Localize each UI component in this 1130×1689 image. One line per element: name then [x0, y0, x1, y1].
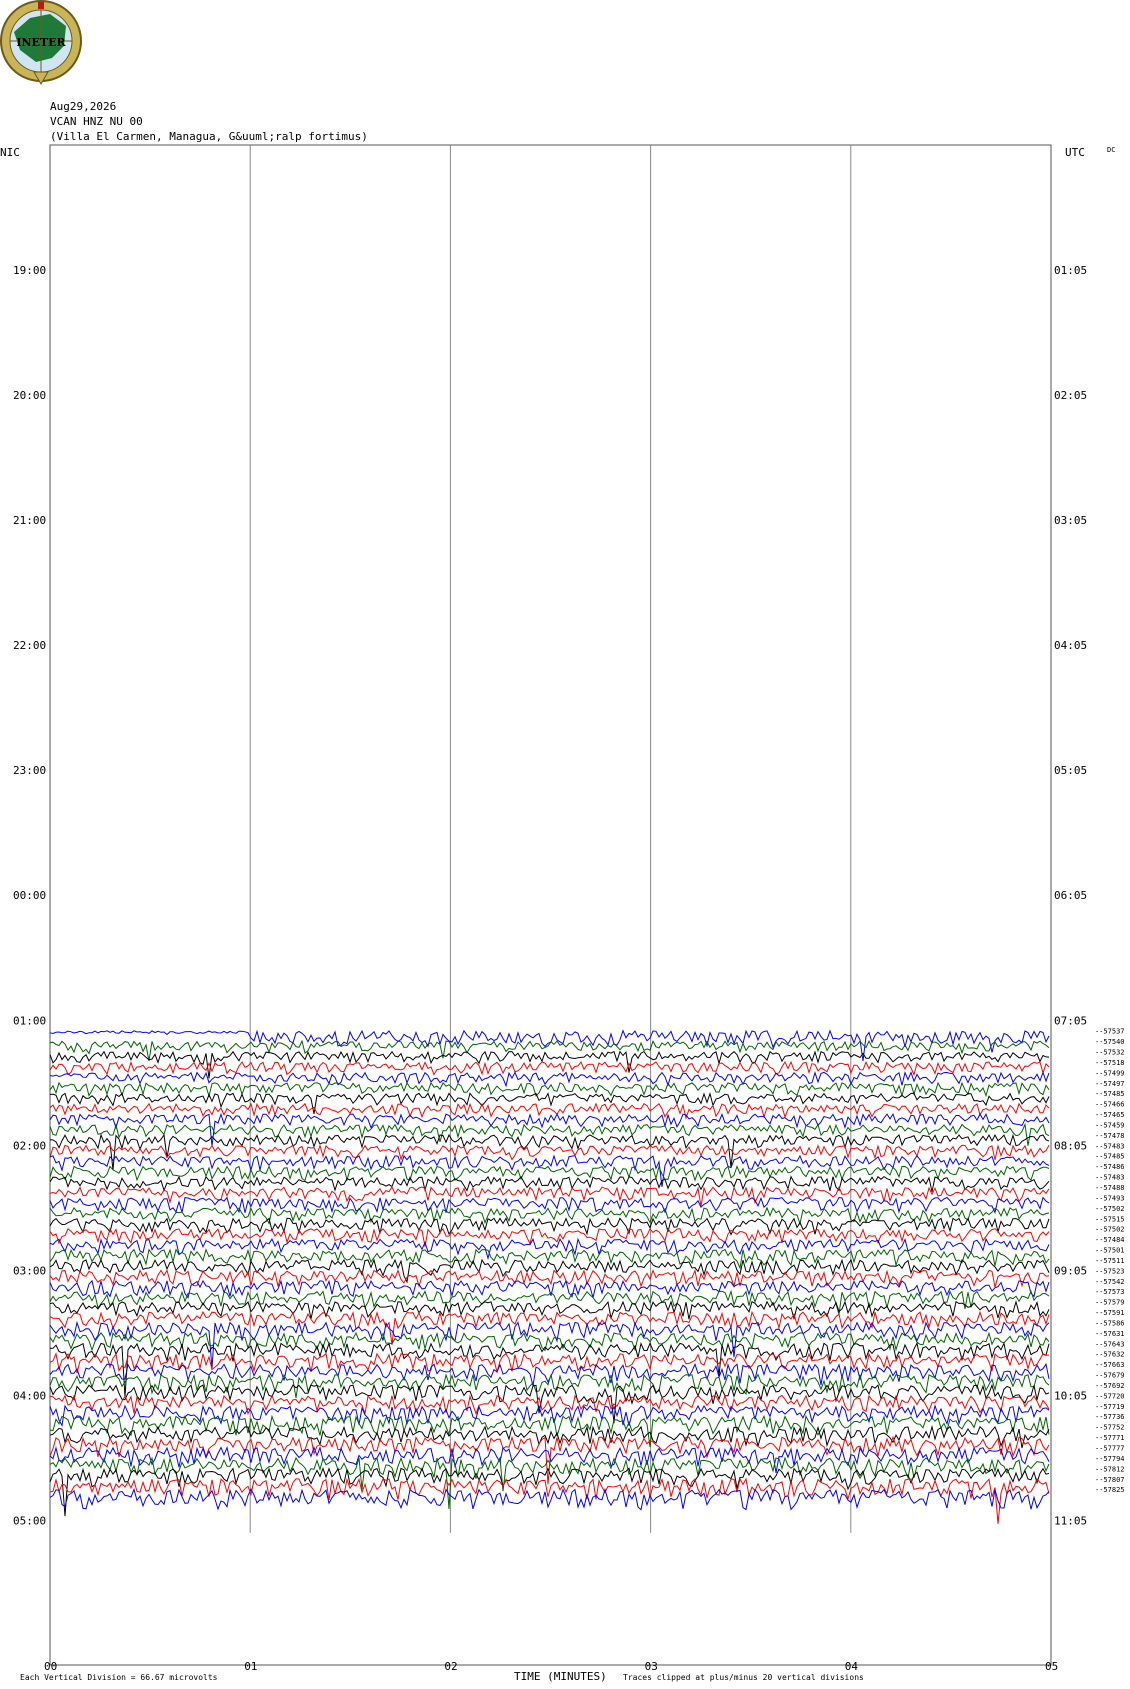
dc-offset-label: --57497	[1095, 1080, 1125, 1088]
dc-offset-label: --57478	[1095, 1132, 1125, 1140]
right-time-tick: 03:05	[1054, 514, 1087, 527]
dc-offset-label: --57537	[1095, 1028, 1125, 1036]
seismic-trace	[49, 1071, 1050, 1088]
left-time-tick: 19:00	[13, 264, 46, 277]
dc-offset-label: --57591	[1095, 1309, 1125, 1317]
helicorder-chart: 00 01 02 03 04 05 19:00 01:05 20:00 02:05 21:00 03:…	[0, 144, 1125, 1683]
dc-offset-label: --57523	[1095, 1267, 1125, 1275]
dc-offset-label: --57499	[1095, 1069, 1125, 1077]
left-time-tick: 00:00	[13, 889, 46, 902]
dc-offset-label: --57540	[1095, 1038, 1125, 1046]
x-tick-label: 05	[1045, 1660, 1058, 1673]
right-time-tick: 06:05	[1054, 889, 1087, 902]
dc-offset-label: --57501	[1095, 1247, 1125, 1255]
dc-offset-label: --57485	[1095, 1153, 1125, 1161]
dc-offset-label: --57466	[1095, 1101, 1125, 1109]
dc-offset-label: --57484	[1095, 1236, 1125, 1244]
dc-offset-label: --57515	[1095, 1215, 1125, 1223]
scale-note: Each Vertical Division = 66.67 microvolt…	[20, 1673, 218, 1682]
x-tick-label: 00	[44, 1660, 57, 1673]
dc-offset-label: --57777	[1095, 1445, 1125, 1453]
left-time-tick: 03:00	[13, 1264, 46, 1277]
dc-offset-label: --57736	[1095, 1413, 1125, 1421]
left-axis-label: NIC	[0, 146, 20, 159]
dc-offset-label: --57488	[1095, 1184, 1125, 1192]
dc-offset-label: --57794	[1095, 1455, 1125, 1463]
dc-offset-label: --57483	[1095, 1174, 1125, 1182]
dc-offset-label: --57483	[1095, 1142, 1125, 1150]
right-time-tick: 09:05	[1054, 1264, 1087, 1277]
right-time-tick: 01:05	[1054, 264, 1087, 277]
dc-offset-label: --57459	[1095, 1121, 1125, 1129]
right-time-tick: 08:05	[1054, 1139, 1087, 1152]
seismic-trace	[49, 1351, 1049, 1374]
dc-offset-label: --57752	[1095, 1424, 1125, 1432]
right-time-tick: 02:05	[1054, 389, 1087, 402]
left-time-tick: 05:00	[13, 1514, 46, 1527]
left-time-tick: 04:00	[13, 1389, 46, 1402]
dc-offset-label: --57631	[1095, 1330, 1125, 1338]
left-time-tick: 21:00	[13, 514, 46, 527]
left-time-tick: 02:00	[13, 1139, 46, 1152]
dc-offset-label: --57485	[1095, 1090, 1125, 1098]
x-tick-label: 03	[645, 1660, 658, 1673]
dc-offset-label: --57486	[1095, 1163, 1125, 1171]
dc-offset-label: --57532	[1095, 1049, 1125, 1057]
left-time-tick: 23:00	[13, 764, 46, 777]
clip-note: Traces clipped at plus/minus 20 vertical…	[623, 1673, 864, 1682]
seismic-trace	[49, 1289, 1050, 1315]
dc-offset-label: --57632	[1095, 1351, 1125, 1359]
left-time-tick: 22:00	[13, 639, 46, 652]
dc-offset-label: --57720	[1095, 1392, 1125, 1400]
dc-offset-label: --57771	[1095, 1434, 1125, 1442]
dc-offset-label: --57573	[1095, 1288, 1125, 1296]
dc-label: DC	[1107, 146, 1115, 154]
grid-lines	[249, 145, 852, 1533]
dc-offset-label: --57518	[1095, 1059, 1125, 1067]
dc-offset-label: --57586	[1095, 1319, 1125, 1327]
dc-offset-label: --57465	[1095, 1111, 1125, 1119]
seismic-trace	[49, 1268, 1050, 1289]
right-time-tick: 07:05	[1054, 1014, 1087, 1027]
seismic-trace	[49, 1185, 1050, 1207]
dc-offset-label: --57692	[1095, 1382, 1125, 1390]
x-tick-label: 02	[444, 1660, 457, 1673]
dc-offset-label: --57542	[1095, 1278, 1125, 1286]
right-time-tick: 10:05	[1054, 1389, 1087, 1402]
seismic-trace	[49, 1424, 1050, 1449]
seismic-trace	[49, 1299, 1050, 1321]
dc-offset-label: --57511	[1095, 1257, 1125, 1265]
dc-offset-label: --57825	[1095, 1486, 1125, 1494]
left-time-tick: 20:00	[13, 389, 46, 402]
x-axis-title: TIME (MINUTES)	[514, 1670, 607, 1683]
right-time-tick: 11:05	[1054, 1514, 1087, 1527]
seismic-trace	[49, 1164, 1050, 1182]
dc-offset-label: --57643	[1095, 1340, 1125, 1348]
dc-offset-label: --57812	[1095, 1465, 1125, 1473]
dc-offset-label: --57663	[1095, 1361, 1125, 1369]
dc-offset-label: --57679	[1095, 1372, 1125, 1380]
left-time-tick: 01:00	[13, 1014, 46, 1027]
seismic-trace	[50, 1341, 1050, 1398]
seismic-traces	[49, 1029, 1050, 1524]
right-axis-label: UTC	[1065, 146, 1085, 159]
seismic-trace	[49, 1373, 1050, 1398]
seismic-trace	[49, 1102, 1050, 1120]
x-tick-label: 01	[244, 1660, 257, 1673]
x-tick-label: 04	[845, 1660, 859, 1673]
dc-offset-label: --57719	[1095, 1403, 1125, 1411]
right-time-tick: 04:05	[1054, 639, 1087, 652]
dc-offset-label: --57579	[1095, 1299, 1125, 1307]
dc-offset-label: --57502	[1095, 1205, 1125, 1213]
dc-offset-label: --57807	[1095, 1476, 1125, 1484]
right-time-tick: 05:05	[1054, 764, 1087, 777]
seismic-trace	[49, 1477, 1050, 1524]
seismic-trace	[49, 1081, 1050, 1098]
dc-offset-label: --57493	[1095, 1194, 1125, 1202]
plot-frame	[49, 144, 1052, 1666]
seismic-trace	[49, 1144, 1050, 1161]
dc-offset-label: --57502	[1095, 1226, 1125, 1234]
